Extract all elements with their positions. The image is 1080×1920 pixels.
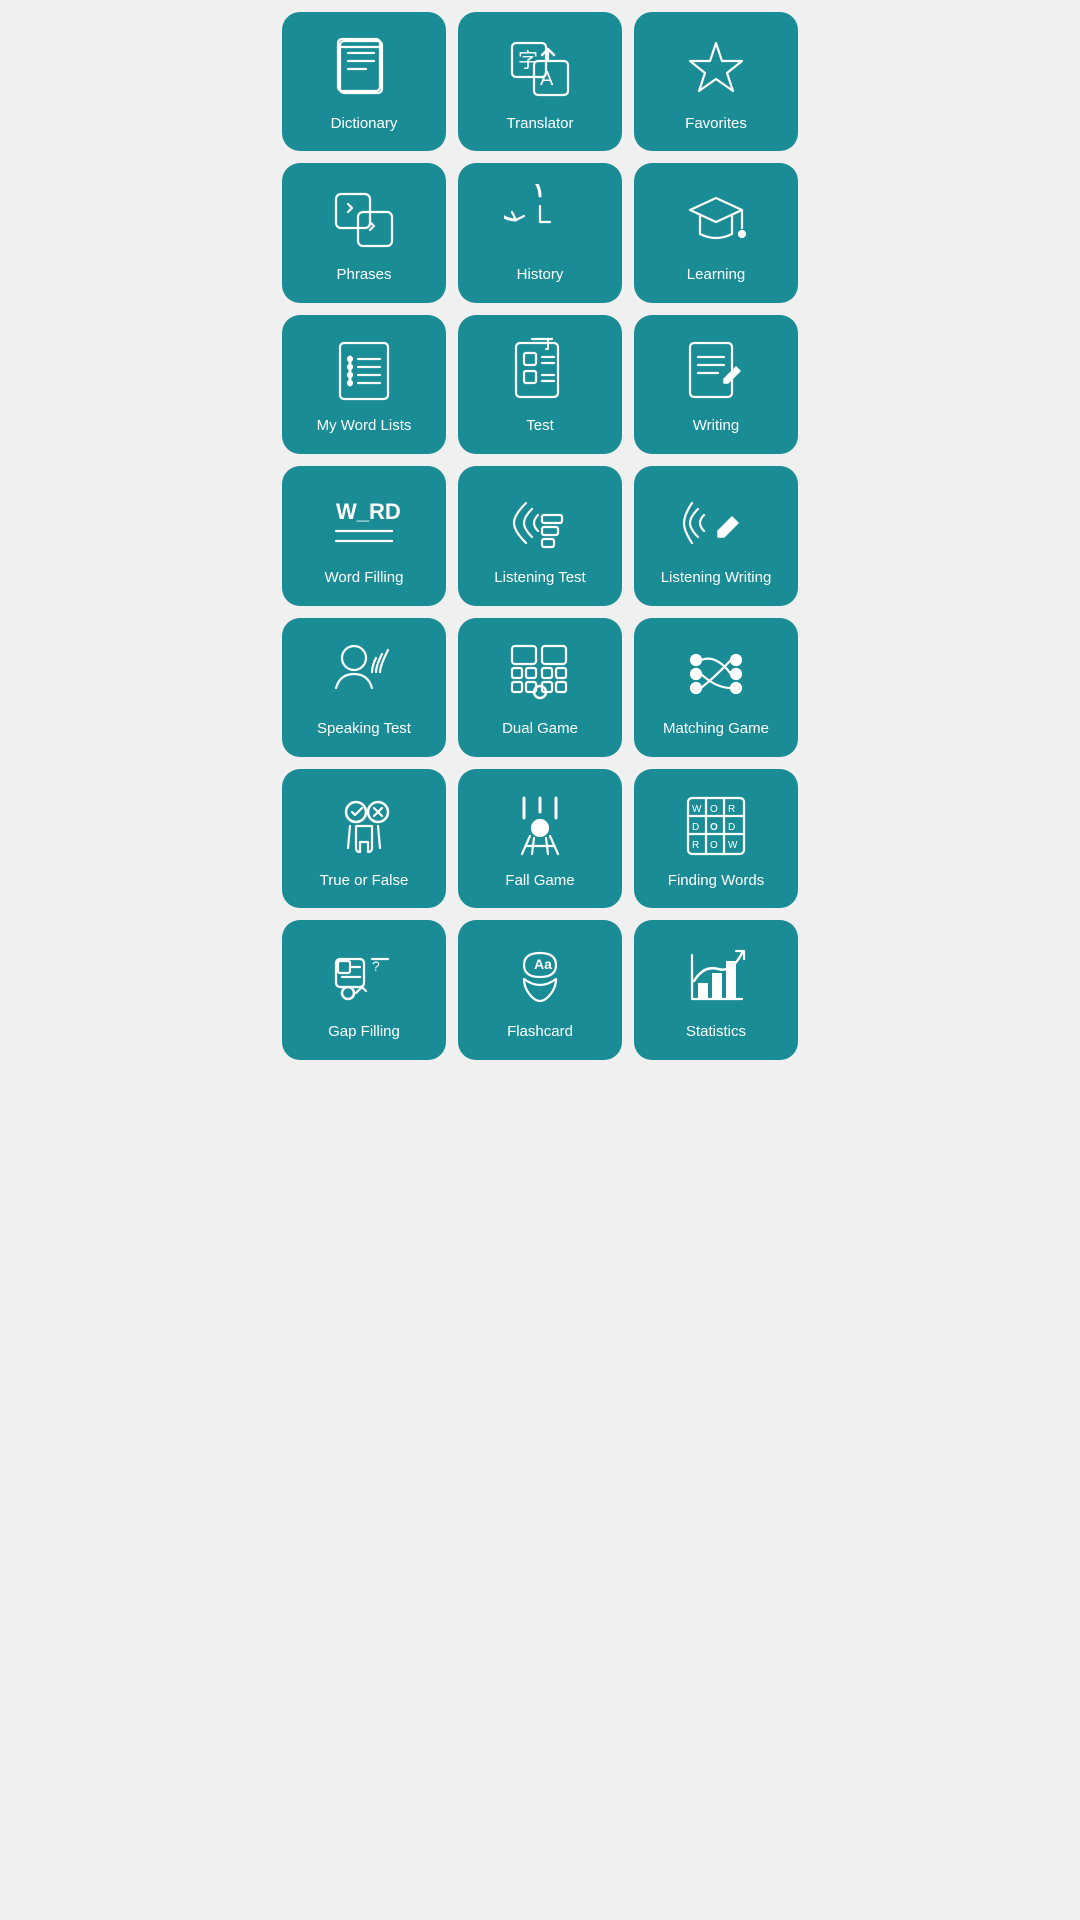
writing-icon xyxy=(680,335,752,407)
svg-text:?: ? xyxy=(372,958,380,974)
tile-test[interactable]: Test xyxy=(458,315,622,454)
translator-icon: 字A xyxy=(504,33,576,105)
tile-phrases[interactable]: Phrases xyxy=(282,163,446,302)
tile-history[interactable]: History xyxy=(458,163,622,302)
tile-true-or-false[interactable]: True or False xyxy=(282,769,446,908)
svg-text:R: R xyxy=(728,804,735,815)
listening-writing-icon xyxy=(680,487,752,559)
tile-listening-writing[interactable]: Listening Writing xyxy=(634,466,798,605)
my-word-lists-icon xyxy=(328,335,400,407)
tile-my-word-lists[interactable]: My Word Lists xyxy=(282,315,446,454)
dictionary-icon xyxy=(328,33,400,105)
tile-finding-words[interactable]: WORDODROWFinding Words xyxy=(634,769,798,908)
favorites-label: Favorites xyxy=(685,115,747,133)
tile-writing[interactable]: Writing xyxy=(634,315,798,454)
my-word-lists-label: My Word Lists xyxy=(317,417,412,435)
tile-dual-game[interactable]: Dual Game xyxy=(458,618,622,757)
true-or-false-icon xyxy=(328,790,400,862)
tile-speaking-test[interactable]: Speaking Test xyxy=(282,618,446,757)
listening-test-label: Listening Test xyxy=(494,569,585,587)
listening-test-icon xyxy=(504,487,576,559)
dual-game-icon xyxy=(504,638,576,710)
writing-label: Writing xyxy=(693,417,739,435)
tile-statistics[interactable]: Statistics xyxy=(634,920,798,1059)
finding-words-label: Finding Words xyxy=(668,872,764,890)
true-or-false-label: True or False xyxy=(320,872,409,890)
tile-matching-game[interactable]: Matching Game xyxy=(634,618,798,757)
svg-text:O: O xyxy=(710,840,718,851)
learning-label: Learning xyxy=(687,266,745,284)
statistics-label: Statistics xyxy=(686,1023,746,1041)
listening-writing-label: Listening Writing xyxy=(661,569,772,587)
svg-text:R: R xyxy=(692,840,699,851)
svg-text:W: W xyxy=(692,804,702,815)
test-label: Test xyxy=(526,417,554,435)
learning-icon xyxy=(680,184,752,256)
dictionary-label: Dictionary xyxy=(331,115,398,133)
translator-label: Translator xyxy=(507,115,574,133)
fall-game-icon xyxy=(504,790,576,862)
test-icon xyxy=(504,335,576,407)
history-label: History xyxy=(517,266,564,284)
tile-dictionary[interactable]: Dictionary xyxy=(282,12,446,151)
tile-listening-test[interactable]: Listening Test xyxy=(458,466,622,605)
main-grid: Dictionary 字A Translator Favorites Phrases Hi… xyxy=(270,0,810,1072)
finding-words-icon: WORDODROW xyxy=(680,790,752,862)
phrases-icon xyxy=(328,184,400,256)
speaking-test-label: Speaking Test xyxy=(317,720,411,738)
gap-filling-label: Gap Filling xyxy=(328,1023,400,1041)
history-icon xyxy=(504,184,576,256)
svg-text:W_RD: W_RD xyxy=(336,499,400,524)
word-filling-label: Word Filling xyxy=(325,569,404,587)
dual-game-label: Dual Game xyxy=(502,720,578,738)
favorites-icon xyxy=(680,33,752,105)
svg-text:W: W xyxy=(728,840,738,851)
svg-text:O: O xyxy=(710,804,718,815)
tile-word-filling[interactable]: W_RD Word Filling xyxy=(282,466,446,605)
svg-text:Aa: Aa xyxy=(534,956,552,972)
matching-game-label: Matching Game xyxy=(663,720,769,738)
svg-text:D: D xyxy=(728,822,735,833)
flashcard-icon: Aa xyxy=(504,941,576,1013)
phrases-label: Phrases xyxy=(336,266,391,284)
fall-game-label: Fall Game xyxy=(505,872,574,890)
tile-flashcard[interactable]: Aa Flashcard xyxy=(458,920,622,1059)
tile-gap-filling[interactable]: ? Gap Filling xyxy=(282,920,446,1059)
tile-favorites[interactable]: Favorites xyxy=(634,12,798,151)
statistics-icon xyxy=(680,941,752,1013)
speaking-test-icon xyxy=(328,638,400,710)
tile-learning[interactable]: Learning xyxy=(634,163,798,302)
svg-text:A: A xyxy=(540,68,554,90)
tile-fall-game[interactable]: Fall Game xyxy=(458,769,622,908)
flashcard-label: Flashcard xyxy=(507,1023,573,1041)
gap-filling-icon: ? xyxy=(328,941,400,1013)
word-filling-icon: W_RD xyxy=(328,487,400,559)
tile-translator[interactable]: 字A Translator xyxy=(458,12,622,151)
matching-game-icon xyxy=(680,638,752,710)
svg-text:O: O xyxy=(710,822,718,833)
svg-text:D: D xyxy=(692,822,699,833)
